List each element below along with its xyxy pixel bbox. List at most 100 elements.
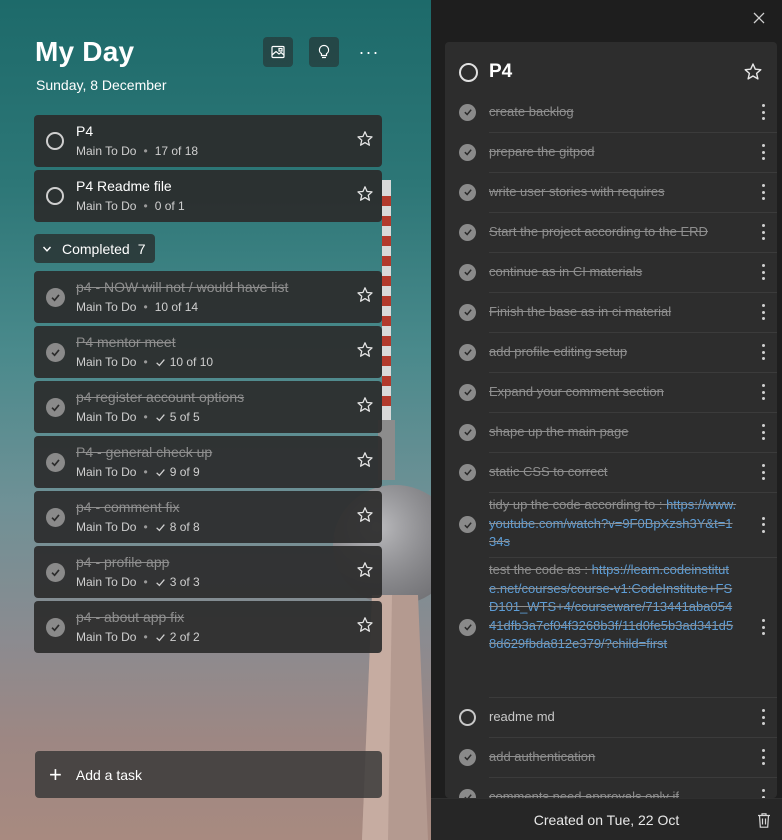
step-done-icon[interactable] — [459, 343, 476, 361]
star-icon[interactable] — [356, 286, 374, 304]
step-text-block[interactable]: Finish the base as in ci material — [489, 303, 739, 322]
more-vertical-icon[interactable] — [761, 264, 765, 280]
completed-check-icon[interactable] — [46, 288, 65, 307]
suggestions-button[interactable] — [309, 37, 339, 67]
step-item[interactable]: static CSS to correct — [445, 452, 777, 492]
more-vertical-icon[interactable] — [761, 709, 765, 725]
step-divider — [489, 737, 777, 738]
step-item[interactable]: add authentication — [445, 737, 777, 777]
complete-checkbox[interactable] — [459, 63, 478, 82]
more-vertical-icon[interactable] — [761, 224, 765, 240]
step-text-block[interactable]: Start the project according to the ERD — [489, 223, 739, 242]
step-item[interactable]: Expand your comment section — [445, 372, 777, 412]
step-done-icon[interactable] — [459, 183, 476, 201]
step-done-icon[interactable] — [459, 788, 476, 798]
step-item[interactable]: test the code as : https://learn.codeins… — [445, 557, 777, 697]
task-list-name: Main To Do — [76, 355, 137, 369]
step-checkbox[interactable] — [459, 708, 476, 726]
step-item[interactable]: add profile editing setup — [445, 332, 777, 372]
more-vertical-icon[interactable] — [761, 104, 765, 120]
trash-icon[interactable] — [756, 812, 772, 829]
step-text-block[interactable]: readme md — [489, 708, 739, 727]
more-vertical-icon[interactable] — [761, 184, 765, 200]
completed-check-icon[interactable] — [46, 453, 65, 472]
close-icon[interactable] — [750, 9, 768, 27]
more-vertical-icon[interactable] — [761, 344, 765, 360]
step-item[interactable]: comments need approvals only if — [445, 777, 777, 798]
step-item[interactable]: continue as in CI materials — [445, 252, 777, 292]
completed-check-icon[interactable] — [46, 508, 65, 527]
step-done-icon[interactable] — [459, 618, 476, 636]
step-text-block[interactable]: write user stories with requires — [489, 183, 739, 202]
step-item[interactable]: Start the project according to the ERD — [445, 212, 777, 252]
complete-checkbox[interactable] — [46, 187, 64, 205]
step-text-block[interactable]: continue as in CI materials — [489, 263, 739, 282]
step-done-icon[interactable] — [459, 748, 476, 766]
star-icon[interactable] — [356, 451, 374, 469]
completed-task-card[interactable]: p4 register account options Main To Do • 5 … — [34, 381, 382, 433]
step-item[interactable]: shape up the main page — [445, 412, 777, 452]
task-card[interactable]: P4 Readme file Main To Do • 0 of 1 — [34, 170, 382, 222]
task-card[interactable]: P4 Main To Do • 17 of 18 — [34, 115, 382, 167]
completed-check-icon[interactable] — [46, 618, 65, 637]
step-item[interactable]: write user stories with requires — [445, 172, 777, 212]
step-text-block[interactable]: test the code as : https://learn.codeins… — [489, 561, 739, 654]
star-icon[interactable] — [356, 506, 374, 524]
complete-checkbox[interactable] — [46, 132, 64, 150]
steps-check-icon — [155, 632, 166, 643]
completed-task-card[interactable]: P4 mentor meet Main To Do • 10 of 10 — [34, 326, 382, 378]
step-text-block[interactable]: add profile editing setup — [489, 343, 739, 362]
step-done-icon[interactable] — [459, 383, 476, 401]
background-button[interactable] — [263, 37, 293, 67]
step-text-block[interactable]: Expand your comment section — [489, 383, 739, 402]
step-item[interactable]: prepare the gitpod — [445, 132, 777, 172]
step-done-icon[interactable] — [459, 423, 476, 441]
completed-task-card[interactable]: p4 - NOW will not / would have list Main … — [34, 271, 382, 323]
step-item[interactable]: create backlog — [445, 92, 777, 132]
completed-check-icon[interactable] — [46, 398, 65, 417]
star-icon[interactable] — [356, 185, 374, 203]
more-vertical-icon[interactable] — [761, 384, 765, 400]
more-options-button[interactable]: ··· — [357, 37, 381, 67]
step-done-icon[interactable] — [459, 516, 476, 533]
step-text-block[interactable]: static CSS to correct — [489, 463, 739, 482]
star-icon[interactable] — [356, 616, 374, 634]
completed-toggle[interactable]: Completed 7 — [34, 234, 155, 263]
completed-task-card[interactable]: p4 - comment fix Main To Do • 8 of 8 — [34, 491, 382, 543]
add-task-button[interactable]: + Add a task — [35, 751, 382, 798]
more-vertical-icon[interactable] — [761, 749, 765, 765]
star-icon[interactable] — [356, 341, 374, 359]
step-done-icon[interactable] — [459, 143, 476, 161]
step-text-block[interactable]: add authentication — [489, 748, 739, 767]
step-done-icon[interactable] — [459, 223, 476, 241]
more-vertical-icon[interactable] — [761, 304, 765, 320]
step-done-icon[interactable] — [459, 103, 476, 121]
step-item[interactable]: Finish the base as in ci material — [445, 292, 777, 332]
step-text-block[interactable]: shape up the main page — [489, 423, 739, 442]
step-text-block[interactable]: prepare the gitpod — [489, 143, 739, 162]
completed-check-icon[interactable] — [46, 343, 65, 362]
step-done-icon[interactable] — [459, 303, 476, 321]
detail-task-title[interactable]: P4 — [489, 61, 512, 83]
star-icon[interactable] — [356, 130, 374, 148]
more-vertical-icon[interactable] — [761, 144, 765, 160]
completed-task-card[interactable]: p4 - profile app Main To Do • 3 of 3 — [34, 546, 382, 598]
star-icon[interactable] — [743, 62, 763, 82]
completed-task-card[interactable]: p4 - about app fix Main To Do • 2 of 2 — [34, 601, 382, 653]
step-item[interactable]: readme md — [445, 697, 777, 737]
more-vertical-icon[interactable] — [761, 424, 765, 440]
star-icon[interactable] — [356, 561, 374, 579]
completed-check-icon[interactable] — [46, 563, 65, 582]
star-icon[interactable] — [356, 396, 374, 414]
more-vertical-icon[interactable] — [761, 516, 765, 533]
step-text-block[interactable]: comments need approvals only if — [489, 788, 739, 798]
step-text-block[interactable]: create backlog — [489, 103, 739, 122]
completed-task-card[interactable]: P4 - general check up Main To Do • 9 of 9 — [34, 436, 382, 488]
step-text-block[interactable]: tidy up the code according to : https://… — [489, 496, 739, 552]
more-vertical-icon[interactable] — [761, 789, 765, 798]
more-vertical-icon[interactable] — [761, 464, 765, 480]
more-vertical-icon[interactable] — [761, 619, 765, 635]
step-done-icon[interactable] — [459, 263, 476, 281]
step-done-icon[interactable] — [459, 463, 476, 481]
step-item[interactable]: tidy up the code according to : https://… — [445, 492, 777, 557]
